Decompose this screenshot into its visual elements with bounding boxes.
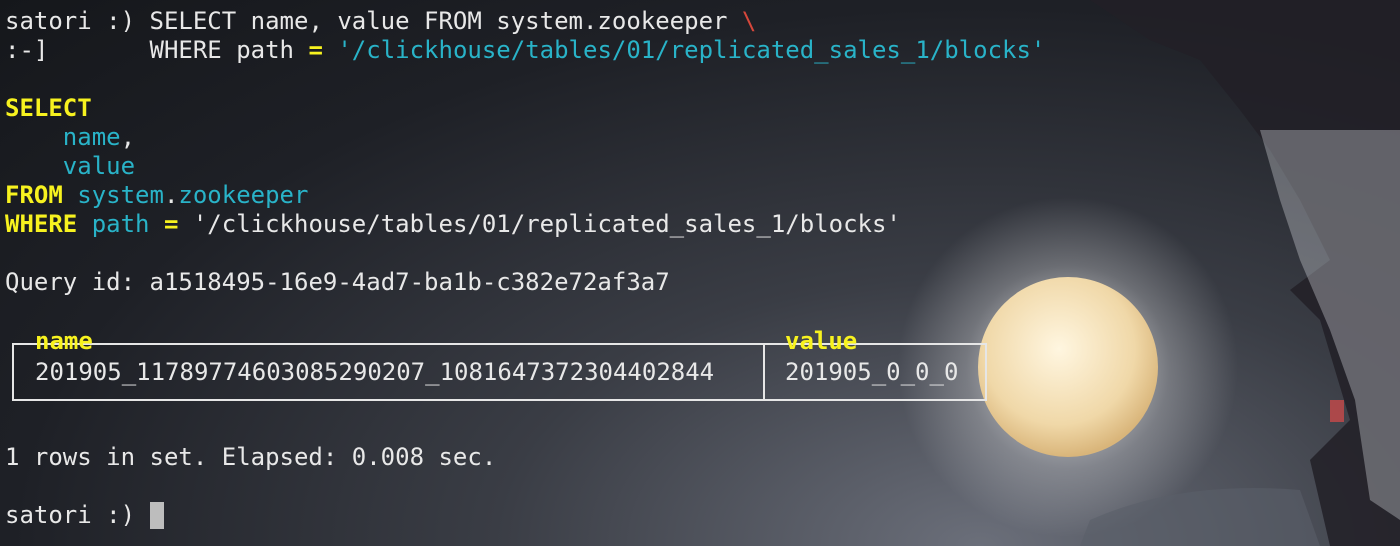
path-literal: '/clickhouse/tables/01/replicated_sales_… [337,36,1046,64]
where-operator: = [163,210,179,238]
query-id-line: Query id: a1518495-16e9-4ad7-ba1b-c382e7… [5,268,670,297]
command-line-1: satori :) SELECT name, value FROM system… [5,7,756,36]
text-cursor[interactable] [149,502,164,529]
summary-line: 1 rows in set. Elapsed: 0.008 sec. [5,443,497,471]
database-name: system [77,181,164,209]
command-line-2: :-] WHERE path = '/clickhouse/tables/01/… [5,36,1045,65]
formatted-from: FROM system.zookeeper [5,181,309,209]
column-value: value [62,152,136,180]
where-value: '/clickhouse/tables/01/replicated_sales_… [192,210,901,238]
column-separator [763,343,765,401]
from-keyword: FROM [5,181,63,209]
formatted-select: SELECT [5,94,92,123]
final-prompt-line[interactable]: satori :) [5,501,164,530]
header-value: value [785,327,858,355]
cell-value: 201905_0_0_0 [785,358,959,386]
query-id-label: Query id: [5,268,136,296]
line-continuation-backslash: \ [741,7,757,35]
continuation-prompt: :-] [5,36,49,64]
where-field: path [91,210,150,238]
cell-name: 201905_11789774603085290207_108164737230… [35,358,715,386]
equals-operator: = [308,36,323,64]
command-text: SELECT name, value FROM system.zookeeper [135,7,728,35]
formatted-where: WHERE path = '/clickhouse/tables/01/repl… [5,210,901,239]
formatted-col2-line: value [5,152,135,181]
table-name: zookeeper [178,181,309,209]
shell-prompt: satori :) [5,7,136,35]
result-table: name value 201905_11789774603085290207_1… [12,327,987,401]
column-name: name [62,123,121,151]
query-id-value: a1518495-16e9-4ad7-ba1b-c382e72af3a7 [149,268,670,296]
where-keyword: WHERE [5,210,78,238]
formatted-col1-line: name, [62,123,136,151]
header-name: name [35,327,93,355]
select-keyword: SELECT [5,94,92,122]
terminal-output: satori :) SELECT name, value FROM system… [5,7,1400,546]
command-where-clause: WHERE path [48,36,309,64]
final-prompt: satori :) [5,501,136,529]
